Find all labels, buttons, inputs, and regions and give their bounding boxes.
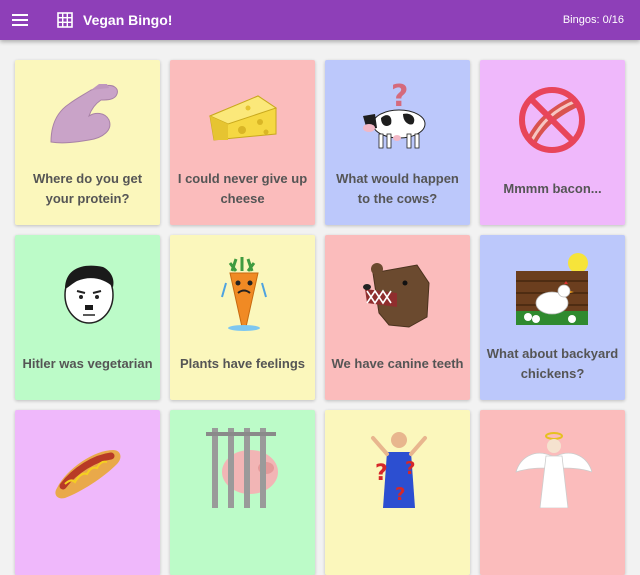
bingo-card[interactable]: Where do you get your protein? <box>15 60 160 225</box>
bingo-card[interactable]: Hitler was vegetarian <box>15 235 160 400</box>
card-label: Where do you get your protein? <box>32 171 143 206</box>
card-label: Hitler was vegetarian <box>22 356 153 371</box>
bingo-card[interactable]: What about backyard chickens? <box>480 235 625 400</box>
bingo-card[interactable]: Plants have feelings <box>170 235 315 400</box>
card-label: I could never give up cheese <box>177 171 308 206</box>
card-label <box>486 508 619 570</box>
bingo-card[interactable]: ? What would happen to the cows? <box>325 60 470 225</box>
svg-text:?: ? <box>375 461 388 486</box>
svg-text:?: ? <box>391 79 408 114</box>
card-label: Plants have feelings <box>180 356 305 371</box>
bingo-card[interactable]: ? ? ? <box>325 410 470 575</box>
card-label <box>331 508 464 570</box>
flexed-arm-icon <box>50 84 118 144</box>
bingo-card[interactable] <box>480 410 625 575</box>
card-label: Mmmm bacon... <box>503 181 602 196</box>
question-woman-icon: ? ? ? <box>371 432 427 508</box>
cow-icon: ? <box>363 79 426 149</box>
card-label <box>21 508 154 570</box>
angel-icon <box>515 432 592 508</box>
hotdog-icon <box>55 450 121 499</box>
bingo-card[interactable]: Mmmm bacon... <box>480 60 625 225</box>
svg-text:?: ? <box>405 458 415 479</box>
app-bar: Vegan Bingo! Bingos: 0/16 <box>0 0 640 40</box>
card-label: What would happen to the cows? <box>336 171 459 206</box>
card-label: What about backyard chickens? <box>486 346 619 381</box>
app-title: Vegan Bingo! <box>83 12 173 28</box>
crying-carrot-icon <box>221 257 267 331</box>
grid-icon <box>57 12 73 28</box>
bingo-card[interactable] <box>170 410 315 575</box>
cheese-icon <box>208 95 278 141</box>
card-label <box>176 508 309 570</box>
caged-pig-icon <box>206 428 278 508</box>
no-bacon-icon <box>519 87 585 153</box>
bingo-card[interactable]: I could never give up cheese <box>170 60 315 225</box>
card-label: We have canine teeth <box>331 356 464 371</box>
chickens-icon <box>516 253 588 325</box>
svg-text:?: ? <box>395 484 405 505</box>
bingo-card[interactable] <box>15 410 160 575</box>
bingo-board: Where do you get your protein? I could n… <box>15 60 625 575</box>
bingo-card[interactable]: We have canine teeth <box>325 235 470 400</box>
bear-head-icon <box>363 263 430 328</box>
hitler-face-icon <box>64 265 114 324</box>
menu-icon[interactable] <box>11 12 29 28</box>
bingo-counter: Bingos: 0/16 <box>562 14 624 26</box>
